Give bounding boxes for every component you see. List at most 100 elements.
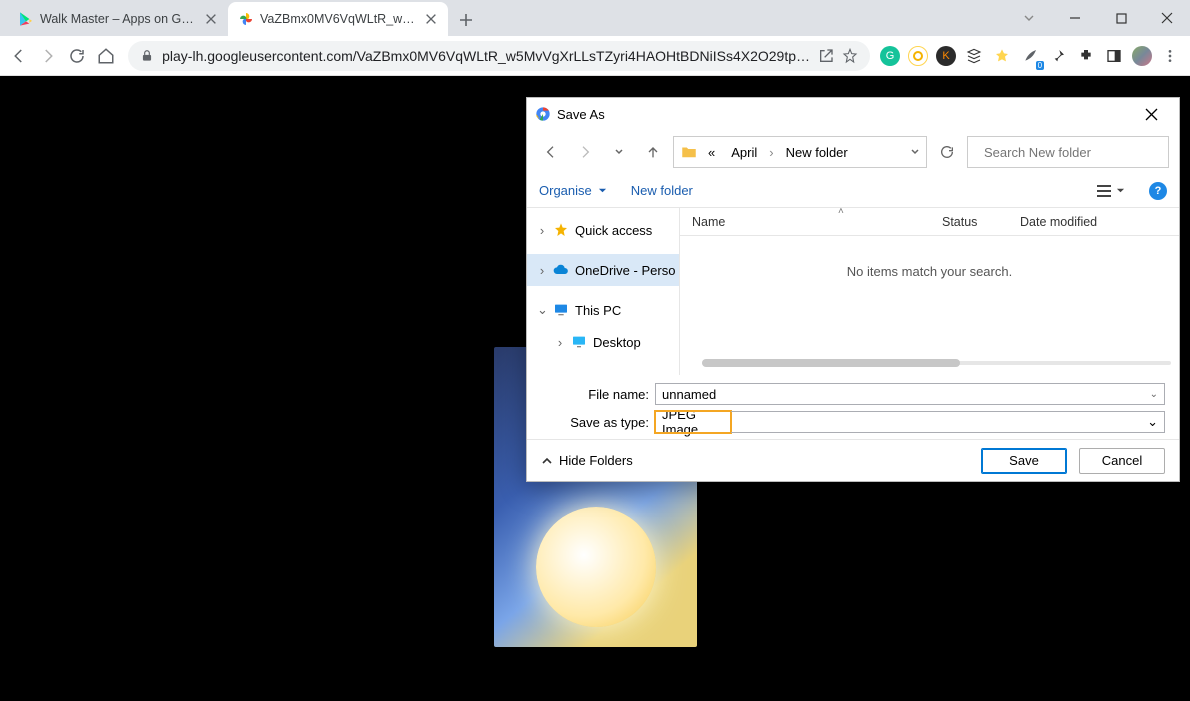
collapse-icon[interactable]: ⌄: [537, 302, 547, 318]
google-photos-icon: [238, 11, 254, 27]
lock-icon: [140, 49, 154, 63]
extension-icons: G K 0: [880, 46, 1184, 66]
minimize-button[interactable]: [1052, 3, 1098, 33]
column-headers: ˄ Name Status Date modified: [680, 208, 1179, 236]
share-icon[interactable]: [818, 48, 834, 64]
back-button[interactable]: [6, 42, 31, 70]
file-name-input[interactable]: unnamed ⌄: [655, 383, 1165, 405]
chevron-down-icon: [598, 186, 607, 195]
new-tab-button[interactable]: [452, 6, 480, 34]
tree-desktop[interactable]: › Desktop: [527, 326, 679, 358]
column-date[interactable]: Date modified: [1008, 215, 1179, 229]
help-button[interactable]: ?: [1149, 182, 1167, 200]
ext-icon[interactable]: [992, 46, 1012, 66]
save-type-select-trailing[interactable]: ⌄: [731, 411, 1165, 433]
cloud-icon: [553, 262, 569, 278]
nav-up-button[interactable]: [639, 138, 667, 166]
search-input[interactable]: [984, 145, 1160, 160]
extensions-menu-icon[interactable]: [1076, 46, 1096, 66]
chevron-down-icon[interactable]: [1006, 3, 1052, 33]
new-folder-button[interactable]: New folder: [631, 183, 693, 198]
ext-pin-icon[interactable]: [1048, 46, 1068, 66]
tab-inactive[interactable]: Walk Master – Apps on Google P: [8, 2, 228, 36]
breadcrumb-item[interactable]: New folder: [780, 141, 854, 164]
ext-icon[interactable]: [908, 46, 928, 66]
dialog-title: Save As: [557, 107, 1131, 122]
save-as-dialog: Save As « April › New folder Organise Ne…: [526, 97, 1180, 482]
file-name-label: File name:: [541, 387, 649, 402]
close-icon[interactable]: [204, 12, 218, 26]
desktop-icon: [571, 334, 587, 350]
app-icon: [535, 106, 551, 122]
play-store-icon: [18, 11, 34, 27]
save-type-value: JPEG Image: [662, 407, 724, 437]
save-type-select[interactable]: JPEG Image: [655, 411, 731, 433]
organise-menu[interactable]: Organise: [539, 183, 607, 198]
dialog-toolbar: Organise New folder ?: [527, 174, 1179, 208]
side-panel-icon[interactable]: [1104, 46, 1124, 66]
dialog-search-box[interactable]: [967, 136, 1169, 168]
tree-onedrive[interactable]: › OneDrive - Perso: [527, 254, 679, 286]
profile-avatar[interactable]: [1132, 46, 1152, 66]
dialog-footer: Hide Folders Save Cancel: [527, 439, 1179, 481]
chevron-down-icon: [1116, 186, 1125, 195]
breadcrumb-prefix: «: [702, 141, 721, 164]
ext-k-icon[interactable]: K: [936, 46, 956, 66]
window-controls: [1006, 0, 1190, 36]
chevron-down-icon: ⌄: [1147, 414, 1158, 430]
refresh-button[interactable]: [933, 138, 961, 166]
dialog-close-button[interactable]: [1131, 99, 1171, 129]
bookmark-star-icon[interactable]: [842, 48, 858, 64]
address-bar[interactable]: play-lh.googleusercontent.com/VaZBmx0MV6…: [128, 41, 870, 71]
breadcrumb-item[interactable]: April: [725, 141, 763, 164]
tab-active[interactable]: VaZBmx0MV6VqWLtR_w5MvVgX: [228, 2, 448, 36]
breadcrumb-path[interactable]: « April › New folder: [673, 136, 927, 168]
browser-toolbar: play-lh.googleusercontent.com/VaZBmx0MV6…: [0, 36, 1190, 76]
chevron-down-icon[interactable]: ⌄: [1150, 389, 1158, 400]
nav-recent-dropdown[interactable]: [605, 138, 633, 166]
star-icon: [553, 222, 569, 238]
maximize-button[interactable]: [1098, 3, 1144, 33]
cancel-button[interactable]: Cancel: [1079, 448, 1165, 474]
expand-icon[interactable]: ›: [537, 263, 547, 278]
file-listing: ˄ Name Status Date modified No items mat…: [680, 208, 1179, 375]
expand-icon[interactable]: ›: [555, 335, 565, 350]
expand-icon[interactable]: ›: [537, 223, 547, 238]
tab-title: Walk Master – Apps on Google P: [40, 12, 198, 26]
folder-tree: › Quick access › OneDrive - Perso ⌄ This…: [527, 208, 680, 375]
save-button[interactable]: Save: [981, 448, 1067, 474]
view-options-button[interactable]: [1096, 184, 1125, 198]
tree-this-pc[interactable]: ⌄ This PC: [527, 294, 679, 326]
nav-forward-button[interactable]: [571, 138, 599, 166]
dialog-fields: File name: unnamed ⌄ Save as type: JPEG …: [527, 375, 1179, 439]
ext-grammarly-icon[interactable]: G: [880, 46, 900, 66]
nav-back-button[interactable]: [537, 138, 565, 166]
pc-icon: [553, 302, 569, 318]
chevron-down-icon[interactable]: [910, 147, 920, 157]
chevron-up-icon: [541, 455, 553, 467]
column-status[interactable]: Status: [930, 215, 1008, 229]
chrome-menu-icon[interactable]: [1160, 46, 1180, 66]
plus-icon: [459, 13, 473, 27]
hide-folders-toggle[interactable]: Hide Folders: [541, 453, 633, 468]
save-type-label: Save as type:: [541, 415, 649, 430]
forward-button[interactable]: [35, 42, 60, 70]
tree-label: This PC: [575, 303, 621, 318]
ext-buffer-icon[interactable]: [964, 46, 984, 66]
window-close-button[interactable]: [1144, 3, 1190, 33]
chevron-right-icon: ›: [767, 145, 775, 160]
close-icon[interactable]: [424, 12, 438, 26]
reload-button[interactable]: [64, 42, 89, 70]
dialog-body: › Quick access › OneDrive - Perso ⌄ This…: [527, 208, 1179, 375]
tree-label: Desktop: [593, 335, 641, 350]
tree-quick-access[interactable]: › Quick access: [527, 214, 679, 246]
url-text: play-lh.googleusercontent.com/VaZBmx0MV6…: [162, 48, 810, 64]
column-name[interactable]: Name: [680, 215, 930, 229]
ext-rocket-icon[interactable]: 0: [1020, 46, 1040, 66]
horizontal-scrollbar[interactable]: [702, 355, 1171, 371]
dialog-navbar: « April › New folder: [527, 130, 1179, 174]
file-name-value: unnamed: [662, 387, 716, 402]
tree-label: OneDrive - Perso: [575, 263, 675, 278]
folder-icon: [680, 143, 698, 161]
home-button[interactable]: [93, 42, 118, 70]
